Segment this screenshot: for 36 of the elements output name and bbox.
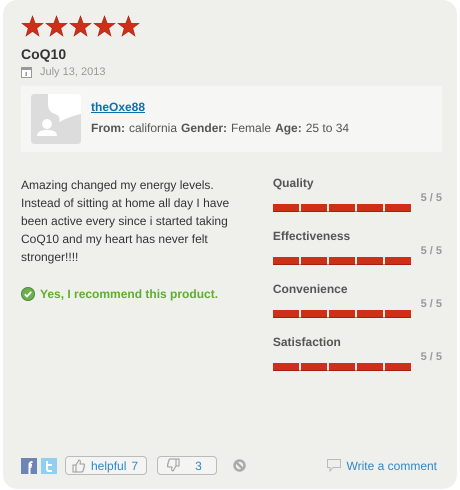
- rating-label: Convenience: [272, 282, 349, 296]
- rating-label: Satisfaction: [272, 335, 342, 349]
- rating-score: 5 / 5: [420, 298, 442, 310]
- field-label: From:: [91, 121, 125, 135]
- reviewer-name-link[interactable]: theOxe88: [91, 100, 146, 114]
- field-value: california: [129, 121, 178, 135]
- rating-label: Effectiveness: [272, 229, 352, 243]
- field-label: Age:: [275, 121, 302, 135]
- check-circle-icon: [21, 287, 35, 301]
- helpful-button[interactable]: helpful 7: [65, 456, 148, 475]
- field-value: 25 to 34: [306, 121, 350, 135]
- speech-bubble-icon: [326, 459, 341, 472]
- facebook-icon[interactable]: [21, 458, 37, 474]
- star-icon: [21, 15, 44, 38]
- star-icon: [69, 15, 92, 38]
- thumbs-down-icon: [166, 458, 182, 473]
- recommend-text: Yes, I recommend this product.: [40, 287, 218, 301]
- twitter-icon[interactable]: [41, 458, 57, 474]
- review-date: July 13, 2013: [40, 66, 106, 78]
- star-icon: [93, 15, 116, 38]
- star-icon: [45, 15, 68, 38]
- rating-score: 5 / 5: [420, 351, 442, 363]
- field-value: Female: [231, 121, 272, 135]
- rating-score: 5 / 5: [420, 192, 442, 204]
- unhelpful-button[interactable]: 3: [157, 456, 217, 475]
- avatar-icon: [31, 94, 81, 144]
- field-label: Gender:: [181, 121, 228, 135]
- review-text: Amazing changed my energy levels. Instead of sitting at home all day I have been active every since i started taking CoQ10 and my heart has never felt stronger!!!!: [21, 177, 230, 266]
- write-comment-link[interactable]: Write a comment: [326, 458, 437, 472]
- review-title: CoQ10: [21, 46, 68, 62]
- thumbs-up-icon: [71, 458, 86, 473]
- rating-score: 5 / 5: [420, 245, 442, 257]
- star-icon: [117, 15, 140, 38]
- block-icon[interactable]: [232, 459, 246, 472]
- rating-label: Quality: [272, 176, 315, 190]
- calendar-icon: [21, 66, 32, 78]
